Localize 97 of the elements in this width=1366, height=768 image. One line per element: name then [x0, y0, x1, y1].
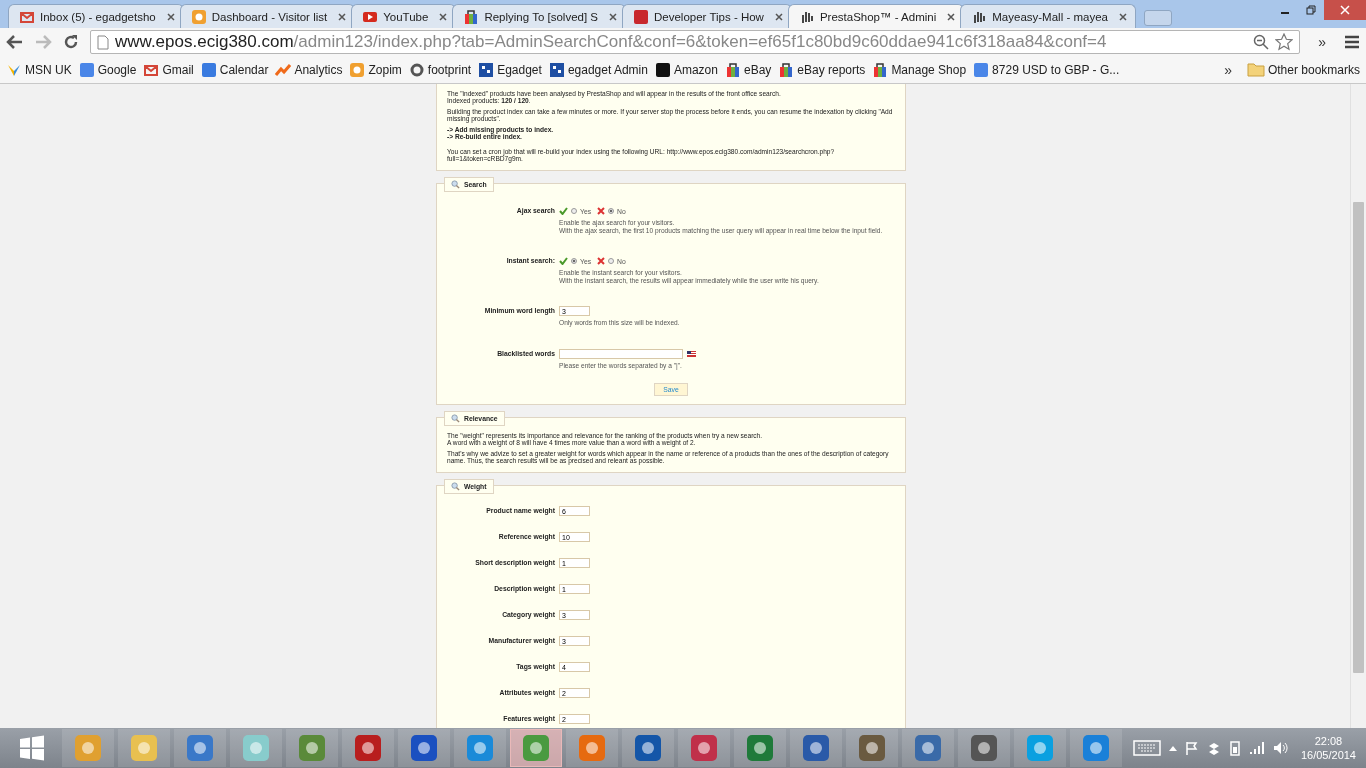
flag-icon[interactable]	[687, 350, 696, 357]
taskbar-app[interactable]	[118, 729, 170, 767]
tile-icon	[973, 61, 990, 78]
back-icon[interactable]	[6, 34, 24, 50]
bookmark[interactable]: Gmail	[143, 61, 194, 78]
check-icon	[559, 207, 568, 215]
tile-icon	[78, 61, 95, 78]
close-icon[interactable]	[1118, 12, 1127, 21]
page-icon	[97, 34, 109, 50]
bookmark[interactable]: Zopim	[349, 61, 402, 78]
taskbar-app[interactable]	[902, 729, 954, 767]
close-icon[interactable]	[609, 12, 617, 21]
taskbar-app[interactable]	[454, 729, 506, 767]
bookmark[interactable]: eBay	[724, 61, 772, 78]
bookmark[interactable]: Amazon	[654, 61, 718, 78]
bookmark[interactable]: Analytics	[275, 61, 343, 78]
close-icon[interactable]	[439, 12, 448, 21]
restore-icon	[1306, 5, 1316, 15]
caret-icon[interactable]	[1168, 745, 1177, 751]
bookmark[interactable]: footprint	[408, 61, 472, 78]
search-icon	[451, 482, 460, 491]
bag-icon	[872, 61, 889, 78]
taskbar-app[interactable]	[286, 729, 338, 767]
tab-title: Developer Tips - How	[654, 10, 765, 23]
bookmark[interactable]: eBay reports	[778, 61, 866, 78]
calendar-icon	[200, 61, 217, 78]
address-bar[interactable]: www.epos.ecig380.com/admin123/index.php?tab=AdminSearchConf&conf=6&token=ef65f1c80bd9c60ddae941c6f318aa84&conf=4	[90, 30, 1301, 54]
tab-title: PrestaShop™ - Admini	[819, 10, 938, 23]
close-icon[interactable]	[338, 12, 347, 21]
taskbar-app[interactable]	[958, 729, 1010, 767]
taskbar-app[interactable]	[790, 729, 842, 767]
bubble-icon	[349, 61, 366, 78]
url-text: www.epos.ecig380.com/admin123/index.php?tab=AdminSearchConf&conf=6&token=ef65f1c80bd9c60ddae941c6f318aa84&conf=4	[115, 32, 1108, 52]
reload-icon[interactable]	[62, 33, 80, 51]
scrollbar[interactable]	[1350, 84, 1366, 728]
chart-icon	[275, 61, 292, 78]
check-icon	[559, 257, 568, 265]
bag-icon	[724, 61, 741, 78]
taskbar-app[interactable]	[622, 729, 674, 767]
bookmark[interactable]: Calendar	[200, 61, 269, 78]
bookmark[interactable]: egadget Admin	[548, 61, 648, 78]
taskbar-app[interactable]	[398, 729, 450, 767]
taskbar-app[interactable]	[1014, 729, 1066, 767]
bookmark[interactable]: MSN UK	[6, 61, 72, 78]
taskbar-app[interactable]	[174, 729, 226, 767]
search-icon	[451, 414, 460, 423]
close-button[interactable]	[1324, 0, 1366, 20]
bubble-icon	[190, 8, 207, 25]
tab-title: Dashboard - Visitor list	[211, 10, 329, 23]
taskbar-app[interactable]	[510, 729, 562, 767]
ring-icon	[408, 61, 425, 78]
speaker-icon[interactable]	[1272, 741, 1289, 755]
radio-button[interactable]	[608, 208, 615, 214]
menu-icon[interactable]	[1344, 35, 1360, 49]
other-bookmarks[interactable]: Other bookmarks	[1246, 62, 1360, 77]
taskbar-app[interactable]	[566, 729, 618, 767]
bookmark[interactable]: Google	[78, 61, 137, 78]
close-icon[interactable]	[774, 12, 783, 21]
tab-title: Replying To [solved] S	[484, 10, 599, 23]
taskbar-app[interactable]	[342, 729, 394, 767]
grid-icon	[548, 61, 565, 78]
bookmark[interactable]: Manage Shop	[872, 61, 967, 78]
cross-icon	[597, 257, 606, 265]
cross-icon	[597, 207, 606, 215]
taskbar-app[interactable]	[230, 729, 282, 767]
search-icon	[451, 180, 460, 189]
grid-icon	[478, 61, 495, 78]
tab-title: Inbox (5) - egadgetsho	[40, 10, 157, 23]
star-icon[interactable]	[1275, 33, 1294, 51]
bookmark[interactable]: 8729 USD to GBP - G...	[973, 61, 1120, 78]
radio-button[interactable]	[571, 258, 577, 264]
battery-icon[interactable]	[1228, 740, 1241, 756]
close-icon[interactable]	[947, 12, 956, 21]
input-field[interactable]	[559, 348, 683, 359]
extensions-overflow[interactable]: »	[1310, 34, 1334, 50]
taskbar-app[interactable]	[62, 729, 114, 767]
taskbar-app[interactable]	[734, 729, 786, 767]
tab-title: YouTube	[383, 10, 430, 23]
minimize-icon	[1280, 12, 1290, 14]
zoom-icon[interactable]	[1253, 34, 1270, 50]
forward-icon[interactable]	[34, 34, 52, 50]
close-icon	[1340, 5, 1350, 15]
taskbar-app[interactable]	[678, 729, 730, 767]
keyboard-icon[interactable]	[1132, 740, 1161, 756]
radio-button[interactable]	[608, 258, 615, 264]
bag-icon	[778, 61, 795, 78]
bookmark[interactable]: Egadget	[478, 61, 542, 78]
close-icon[interactable]	[166, 12, 175, 21]
tab-title: Mayeasy-Mall - mayea	[992, 10, 1109, 23]
bookmarks-overflow[interactable]: »	[1216, 61, 1240, 78]
radio-button[interactable]	[571, 208, 577, 214]
browser-tab[interactable]: Mayeasy-Mall - mayea	[960, 4, 1136, 28]
taskbar-app[interactable]	[846, 729, 898, 767]
bag-icon	[463, 8, 480, 25]
new-tab-button[interactable]	[1143, 10, 1172, 26]
signal-icon[interactable]	[1248, 741, 1265, 755]
taskbar-app[interactable]	[1070, 729, 1122, 767]
